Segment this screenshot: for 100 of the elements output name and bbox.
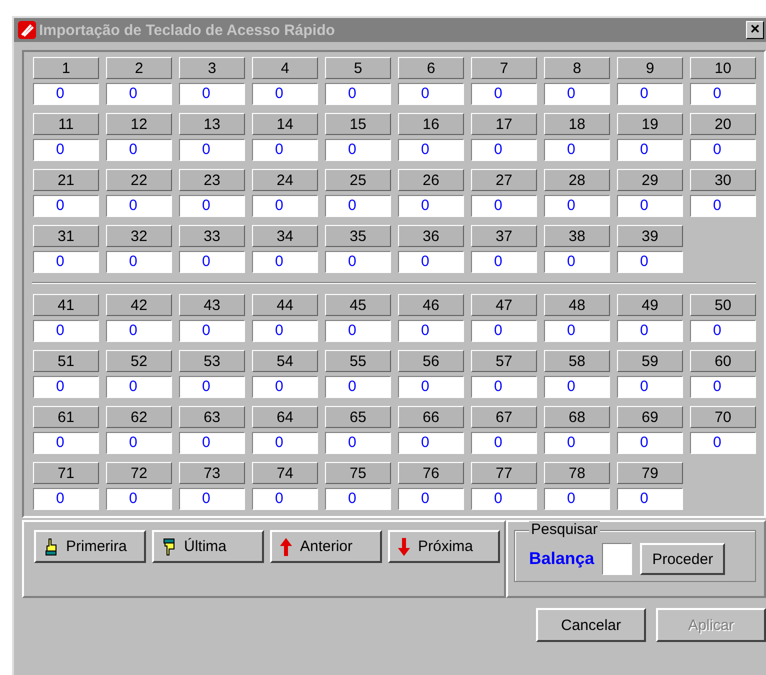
key-button[interactable]: 44 [252,294,318,316]
key-value-field[interactable]: 0 [690,83,756,105]
key-button[interactable]: 48 [544,294,610,316]
key-button[interactable]: 51 [33,350,99,372]
key-value-field[interactable]: 0 [398,432,464,454]
key-value-field[interactable]: 0 [33,83,99,105]
key-value-field[interactable]: 0 [252,139,318,161]
key-button[interactable]: 14 [252,113,318,135]
key-button[interactable]: 78 [544,462,610,484]
proceed-button[interactable]: Proceder [640,543,726,575]
key-button[interactable]: 16 [398,113,464,135]
key-button[interactable]: 69 [617,406,683,428]
key-value-field[interactable]: 0 [179,320,245,342]
key-button[interactable]: 8 [544,57,610,79]
key-button[interactable]: 58 [544,350,610,372]
key-button[interactable]: 7 [471,57,537,79]
key-button[interactable]: 50 [690,294,756,316]
key-value-field[interactable]: 0 [325,139,391,161]
key-value-field[interactable]: 0 [617,139,683,161]
key-button[interactable]: 38 [544,225,610,247]
key-button[interactable]: 11 [33,113,99,135]
key-button[interactable]: 45 [325,294,391,316]
key-button[interactable]: 64 [252,406,318,428]
key-button[interactable]: 79 [617,462,683,484]
key-button[interactable]: 43 [179,294,245,316]
key-button[interactable]: 9 [617,57,683,79]
key-button[interactable]: 35 [325,225,391,247]
key-value-field[interactable]: 0 [325,376,391,398]
key-value-field[interactable]: 0 [690,195,756,217]
key-value-field[interactable]: 0 [471,195,537,217]
close-button[interactable]: × [746,21,764,39]
key-button[interactable]: 28 [544,169,610,191]
key-button[interactable]: 52 [106,350,172,372]
key-value-field[interactable]: 0 [33,139,99,161]
key-button[interactable]: 65 [325,406,391,428]
key-button[interactable]: 39 [617,225,683,247]
key-button[interactable]: 60 [690,350,756,372]
key-value-field[interactable]: 0 [617,432,683,454]
key-value-field[interactable]: 0 [179,83,245,105]
next-button[interactable]: Próxima [388,530,500,563]
key-value-field[interactable]: 0 [33,195,99,217]
key-value-field[interactable]: 0 [33,251,99,273]
key-value-field[interactable]: 0 [617,83,683,105]
key-button[interactable]: 41 [33,294,99,316]
key-value-field[interactable]: 0 [471,432,537,454]
key-button[interactable]: 77 [471,462,537,484]
key-button[interactable]: 67 [471,406,537,428]
key-value-field[interactable]: 0 [179,432,245,454]
key-button[interactable]: 49 [617,294,683,316]
key-button[interactable]: 59 [617,350,683,372]
key-value-field[interactable]: 0 [325,251,391,273]
key-button[interactable]: 23 [179,169,245,191]
key-value-field[interactable]: 0 [398,83,464,105]
key-button[interactable]: 31 [33,225,99,247]
search-field[interactable] [602,543,632,575]
key-value-field[interactable]: 0 [106,83,172,105]
key-button[interactable]: 72 [106,462,172,484]
key-button[interactable]: 19 [617,113,683,135]
key-value-field[interactable]: 0 [33,320,99,342]
key-button[interactable]: 22 [106,169,172,191]
key-button[interactable]: 12 [106,113,172,135]
key-button[interactable]: 33 [179,225,245,247]
key-button[interactable]: 56 [398,350,464,372]
key-button[interactable]: 68 [544,406,610,428]
key-value-field[interactable]: 0 [398,376,464,398]
key-value-field[interactable]: 0 [106,195,172,217]
key-value-field[interactable]: 0 [471,251,537,273]
key-value-field[interactable]: 0 [33,488,99,510]
key-button[interactable]: 29 [617,169,683,191]
key-value-field[interactable]: 0 [471,139,537,161]
key-value-field[interactable]: 0 [617,488,683,510]
key-value-field[interactable]: 0 [325,488,391,510]
key-value-field[interactable]: 0 [179,376,245,398]
key-value-field[interactable]: 0 [617,251,683,273]
key-button[interactable]: 24 [252,169,318,191]
key-value-field[interactable]: 0 [252,251,318,273]
key-button[interactable]: 62 [106,406,172,428]
key-button[interactable]: 54 [252,350,318,372]
key-button[interactable]: 63 [179,406,245,428]
key-value-field[interactable]: 0 [106,251,172,273]
key-button[interactable]: 36 [398,225,464,247]
key-value-field[interactable]: 0 [398,251,464,273]
key-value-field[interactable]: 0 [544,195,610,217]
key-value-field[interactable]: 0 [544,139,610,161]
key-value-field[interactable]: 0 [544,320,610,342]
key-button[interactable]: 61 [33,406,99,428]
key-value-field[interactable]: 0 [325,320,391,342]
key-value-field[interactable]: 0 [252,488,318,510]
key-value-field[interactable]: 0 [544,83,610,105]
key-value-field[interactable]: 0 [617,376,683,398]
key-button[interactable]: 70 [690,406,756,428]
key-button[interactable]: 21 [33,169,99,191]
key-button[interactable]: 74 [252,462,318,484]
key-button[interactable]: 25 [325,169,391,191]
key-value-field[interactable]: 0 [106,488,172,510]
key-value-field[interactable]: 0 [398,195,464,217]
key-button[interactable]: 73 [179,462,245,484]
key-value-field[interactable]: 0 [179,139,245,161]
key-value-field[interactable]: 0 [33,432,99,454]
key-button[interactable]: 32 [106,225,172,247]
